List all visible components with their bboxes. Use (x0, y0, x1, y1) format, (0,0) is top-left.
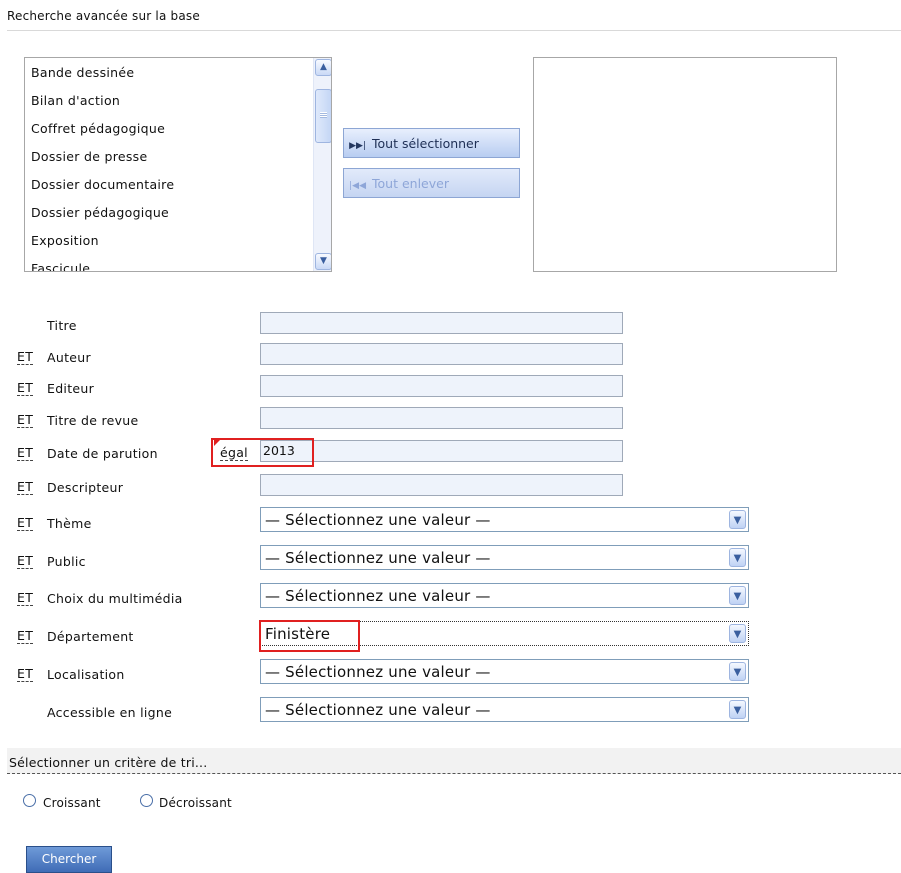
sort-criterion-link[interactable]: Sélectionner un critère de tri... (9, 755, 207, 770)
titre-input[interactable] (260, 312, 623, 334)
accessible-select[interactable]: — Sélectionnez une valeur — ▼ (260, 697, 749, 722)
title-divider (7, 30, 901, 31)
multimedia-select[interactable]: — Sélectionnez une valeur — ▼ (260, 583, 749, 608)
operator-toggle[interactable]: ET (17, 381, 34, 396)
theme-select-value: — Sélectionnez une valeur — (265, 511, 491, 529)
page-title: Recherche avancée sur la base (7, 9, 200, 23)
list-item[interactable]: Dossier pédagogique (31, 205, 169, 220)
list-item[interactable]: Bilan d'action (31, 93, 120, 108)
chevron-down-icon[interactable]: ▼ (729, 700, 746, 719)
theme-label: Thème (47, 516, 92, 531)
operator-toggle[interactable]: ET (17, 480, 34, 495)
public-select[interactable]: — Sélectionnez une valeur — ▼ (260, 545, 749, 570)
titre-revue-input[interactable] (260, 407, 623, 429)
operator-toggle[interactable]: ET (17, 350, 34, 365)
doc-type-listbox[interactable]: Bande dessinée Bilan d'action Coffret pé… (24, 57, 332, 272)
fast-forward-icon: ▶▶| (349, 141, 366, 151)
descripteur-label: Descripteur (47, 480, 124, 495)
descripteur-input[interactable] (260, 474, 623, 496)
departement-highlight (259, 620, 360, 652)
search-button[interactable]: Chercher (26, 846, 112, 873)
operator-toggle[interactable]: ET (17, 554, 34, 569)
sort-ascending-radio[interactable] (23, 794, 36, 807)
chevron-down-icon[interactable]: ▼ (729, 510, 746, 529)
list-item[interactable]: Fascicule (31, 261, 90, 271)
scroll-down-icon[interactable]: ▼ (315, 253, 331, 270)
chevron-down-icon[interactable]: ▼ (729, 586, 746, 605)
list-item[interactable]: Dossier de presse (31, 149, 147, 164)
chevron-down-icon[interactable]: ▼ (729, 624, 746, 643)
list-item[interactable]: Bande dessinée (31, 65, 134, 80)
sort-descending-label[interactable]: Décroissant (159, 796, 232, 810)
operator-toggle[interactable]: ET (17, 413, 34, 428)
editeur-label: Editeur (47, 381, 95, 396)
auteur-input[interactable] (260, 343, 623, 365)
date-highlight (211, 438, 314, 467)
selected-doc-types-listbox[interactable] (533, 57, 837, 272)
operator-toggle[interactable]: ET (17, 446, 34, 461)
editeur-input[interactable] (260, 375, 623, 397)
sort-ascending-label[interactable]: Croissant (43, 796, 101, 810)
operator-toggle[interactable]: ET (17, 667, 34, 682)
localisation-label: Localisation (47, 667, 125, 682)
date-parution-label: Date de parution (47, 446, 158, 461)
list-item[interactable]: Dossier documentaire (31, 177, 174, 192)
operator-toggle[interactable]: ET (17, 629, 34, 644)
theme-select[interactable]: — Sélectionnez une valeur — ▼ (260, 507, 749, 532)
list-item[interactable]: Exposition (31, 233, 99, 248)
scroll-up-icon[interactable]: ▲ (315, 59, 331, 76)
list-item[interactable]: Coffret pédagogique (31, 121, 165, 136)
accessible-label: Accessible en ligne (47, 705, 173, 720)
remove-all-button[interactable]: |◀◀ Tout enlever (343, 168, 520, 198)
date-parution-input[interactable]: 2013 (260, 440, 623, 462)
rewind-icon: |◀◀ (349, 181, 366, 191)
accessible-select-value: — Sélectionnez une valeur — (265, 701, 491, 719)
titre-revue-label: Titre de revue (47, 413, 139, 428)
localisation-select[interactable]: — Sélectionnez une valeur — ▼ (260, 659, 749, 684)
listbox-scrollbar[interactable]: ▲ ▼ (313, 58, 331, 271)
public-select-value: — Sélectionnez une valeur — (265, 549, 491, 567)
multimedia-label: Choix du multimédia (47, 591, 183, 606)
sort-descending-radio[interactable] (140, 794, 153, 807)
auteur-label: Auteur (47, 350, 91, 365)
sort-divider (7, 773, 901, 774)
scroll-thumb[interactable] (315, 89, 331, 143)
select-all-button[interactable]: ▶▶| Tout sélectionner (343, 128, 520, 158)
operator-toggle[interactable]: ET (17, 591, 34, 606)
operator-toggle[interactable]: ET (17, 516, 34, 531)
chevron-down-icon[interactable]: ▼ (729, 548, 746, 567)
departement-label: Département (47, 629, 134, 644)
multimedia-select-value: — Sélectionnez une valeur — (265, 587, 491, 605)
localisation-select-value: — Sélectionnez une valeur — (265, 663, 491, 681)
public-label: Public (47, 554, 86, 569)
chevron-down-icon[interactable]: ▼ (729, 662, 746, 681)
titre-label: Titre (47, 318, 77, 333)
